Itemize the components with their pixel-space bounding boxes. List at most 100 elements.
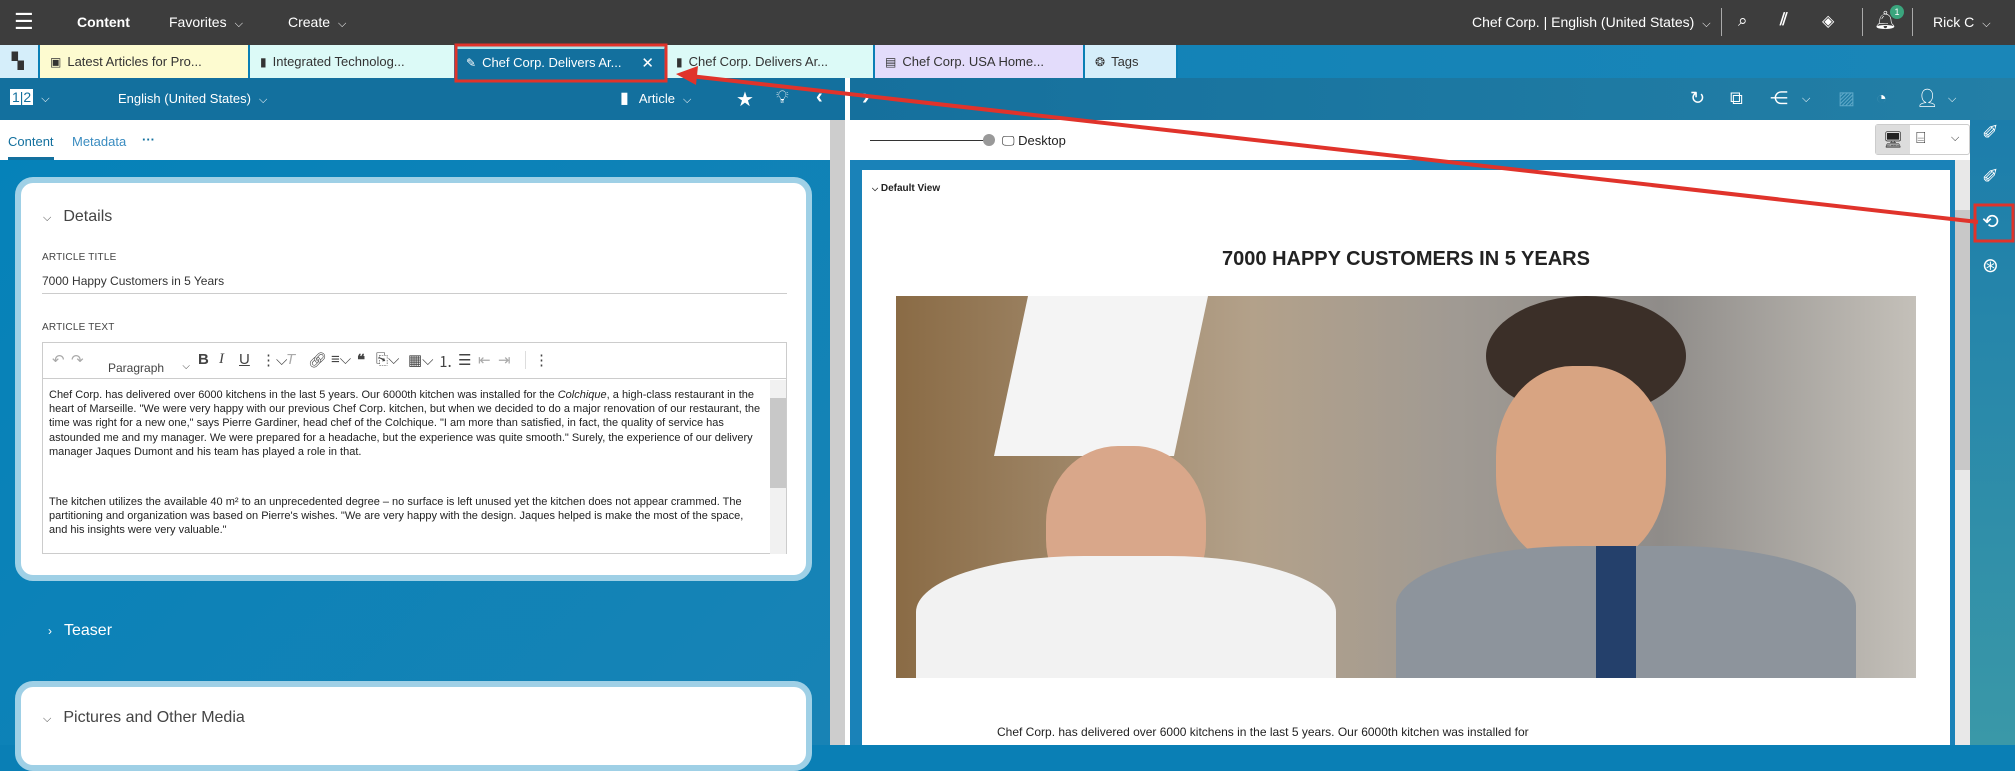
- remove-format-icon[interactable]: T: [286, 351, 295, 368]
- hamburger-menu-icon[interactable]: ☰: [14, 9, 34, 35]
- tab-chef-corp-usa-home[interactable]: ▤ Chef Corp. USA Home...: [875, 45, 1085, 78]
- article-icon: ▮: [676, 55, 683, 69]
- tab-tags[interactable]: ❂ Tags: [1085, 45, 1178, 78]
- tab-chef-corp-delivers[interactable]: ▮ Chef Corp. Delivers Ar...: [666, 45, 875, 78]
- favorites-menu[interactable]: Favorites ⌵: [169, 14, 243, 31]
- tab-bar: ▚ ▣ Latest Articles for Pro... ▮ Integrate…: [0, 45, 2015, 78]
- open-external-icon[interactable]: ⧉: [1730, 88, 1743, 109]
- library-icon[interactable]: ⫽: [1780, 10, 1788, 30]
- workflow-icon[interactable]: ◈: [1822, 11, 1834, 31]
- search-icon[interactable]: ⌕: [1738, 11, 1748, 31]
- close-tab-icon[interactable]: ✕: [641, 54, 654, 72]
- document-toolbar: 1|2 ⌵ English (United States) ⌵ ▮ Article ⌵ …: [0, 78, 845, 120]
- reload-icon[interactable]: ↻: [1690, 88, 1705, 109]
- edit-icon[interactable]: ✐: [1982, 120, 1999, 145]
- locale-selector[interactable]: English (United States) ⌵: [118, 91, 267, 107]
- notification-badge: 1: [1890, 5, 1904, 19]
- desktop-view-icon[interactable]: 🖥︎: [1876, 125, 1910, 154]
- numbered-list-icon[interactable]: ⒈: [438, 351, 453, 372]
- editor-scrollbar[interactable]: [770, 380, 786, 554]
- share-icon[interactable]: ⋲: [1770, 88, 1788, 109]
- analytics-icon[interactable]: ▨: [1838, 88, 1855, 109]
- default-view-toggle[interactable]: ⌵ Default View: [872, 183, 940, 194]
- bold-icon[interactable]: B: [198, 351, 209, 368]
- editor-toolbar: ↶ ↷ Paragraph ⌵ B I U ⋮⌵ T 🔗︎ ≡⌵ ❝ ⎘⌵ ▦⌵ …: [43, 343, 786, 379]
- site-selector[interactable]: Chef Corp. | English (United States) ⌵: [1472, 14, 1711, 31]
- indent-icon[interactable]: ⇥: [498, 351, 511, 369]
- preview-body-text: Chef Corp. has delivered over 6000 kitch…: [997, 725, 1529, 739]
- monitor-icon: 🖵︎: [1002, 133, 1015, 148]
- top-bar: ☰ Content Favorites ⌵ Create ⌵ Chef Corp. …: [0, 0, 2015, 45]
- chevron-down-icon[interactable]: ⌵: [1948, 93, 1956, 106]
- preview-toolbar: › ↻ ⧉ ⋲ ⌵ ▨ ◔ 👤︎ ⌵: [850, 78, 2015, 120]
- tab-content[interactable]: Content: [8, 134, 54, 160]
- star-icon[interactable]: ★: [736, 87, 754, 112]
- preview-page: ⌵ Default View 7000 HAPPY CUSTOMERS IN 5…: [862, 170, 1950, 745]
- article-icon: ▮: [260, 55, 267, 69]
- preview-heading: 7000 HAPPY CUSTOMERS IN 5 YEARS: [1222, 248, 1590, 270]
- separator: [1862, 8, 1863, 36]
- form-tabs: Content Metadata ···: [0, 120, 830, 160]
- right-sidebar: ✐ ✐ ⟲ ⊛: [1970, 120, 2015, 745]
- zoom-slider-handle[interactable]: [983, 134, 995, 146]
- chevron-down-icon: ⌵: [43, 713, 52, 725]
- bullet-list-icon[interactable]: ☰: [458, 351, 471, 369]
- undo-icon[interactable]: ↶: [52, 351, 65, 369]
- preview-device-bar: 🖵︎ Desktop 🖥︎ ⌸ ⌵: [850, 120, 1970, 160]
- preview-scrollbar[interactable]: [1955, 160, 1970, 745]
- tag-icon: ❂: [1095, 55, 1106, 69]
- desktop-label: 🖵︎ Desktop: [1002, 133, 1066, 148]
- blockquote-icon[interactable]: ❝: [357, 351, 365, 369]
- underline-icon[interactable]: U: [239, 351, 250, 368]
- separator: [1912, 8, 1913, 36]
- teaser-section-toggle[interactable]: › Teaser: [48, 622, 112, 640]
- responsive-view-icon[interactable]: ⌸: [1916, 130, 1926, 148]
- editor-content[interactable]: Chef Corp. has delivered over 6000 kitch…: [43, 380, 770, 554]
- chevron-right-icon: ›: [48, 624, 52, 638]
- link-icon[interactable]: 🔗︎: [308, 351, 327, 369]
- collapse-left-icon[interactable]: ‹: [816, 86, 823, 109]
- doctype-selector[interactable]: ▮ Article ⌵: [620, 88, 691, 108]
- user-settings-icon[interactable]: 👤︎: [1916, 88, 1939, 109]
- more-tabs-icon[interactable]: ···: [142, 132, 155, 147]
- chevron-down-icon[interactable]: ⌵: [1951, 132, 1959, 145]
- app-title: Content: [77, 14, 130, 30]
- tab-metadata[interactable]: Metadata: [72, 134, 126, 149]
- pie-chart-icon[interactable]: ◔: [1876, 88, 1887, 109]
- translation-clear-icon[interactable]: ⊛: [1982, 253, 1999, 278]
- more-formatting-icon[interactable]: ⋮⌵: [261, 351, 287, 369]
- media-section-toggle[interactable]: ⌵ Pictures and Other Media: [43, 709, 245, 727]
- embed-icon[interactable]: ⎘⌵: [376, 351, 399, 368]
- align-icon[interactable]: ≡⌵: [331, 351, 351, 368]
- dashboard-button[interactable]: ▚: [0, 45, 40, 78]
- zoom-slider[interactable]: [870, 140, 990, 141]
- translation-icon[interactable]: ⟲: [1982, 209, 1999, 234]
- expand-right-icon[interactable]: ›: [862, 84, 869, 110]
- article-title-input[interactable]: 7000 Happy Customers in 5 Years: [42, 274, 787, 294]
- outdent-icon[interactable]: ⇤: [478, 351, 491, 369]
- details-section-toggle[interactable]: ⌵ Details: [43, 208, 112, 226]
- version-selector[interactable]: 1|2 ⌵: [10, 89, 50, 106]
- tab-chef-corp-delivers-active[interactable]: ✎ Chef Corp. Delivers Ar... ✕: [456, 45, 666, 78]
- table-icon[interactable]: ▦⌵: [408, 351, 434, 369]
- chevron-down-icon[interactable]: ⌵: [1802, 93, 1810, 106]
- tab-latest-articles[interactable]: ▣ Latest Articles for Pro...: [40, 45, 250, 78]
- article-text-label: ARTICLE TEXT: [42, 322, 115, 333]
- lightbulb-icon[interactable]: 💡︎: [776, 87, 789, 108]
- separator: [1721, 8, 1722, 36]
- more-toolbar-icon[interactable]: ⋮: [525, 351, 549, 369]
- redo-icon[interactable]: ↷: [71, 351, 84, 369]
- tab-integrated-technology[interactable]: ▮ Integrated Technolog...: [250, 45, 456, 78]
- page-icon: ▤: [885, 55, 897, 69]
- query-icon: ▣: [50, 55, 62, 69]
- article-icon: ▮: [620, 90, 629, 107]
- create-menu[interactable]: Create ⌵: [288, 14, 346, 31]
- form-scrollbar[interactable]: [830, 120, 845, 745]
- media-card: ⌵ Pictures and Other Media: [15, 681, 812, 771]
- device-toggle[interactable]: 🖥︎ ⌸ ⌵: [1875, 124, 1970, 155]
- user-menu[interactable]: Rick C ⌵: [1933, 14, 1991, 31]
- article-title-label: ARTICLE TITLE: [42, 252, 117, 263]
- richtext-editor: ↶ ↷ Paragraph ⌵ B I U ⋮⌵ T 🔗︎ ≡⌵ ❝ ⎘⌵ ▦⌵ …: [42, 342, 787, 554]
- edit-clear-icon[interactable]: ✐: [1982, 164, 1999, 189]
- italic-icon[interactable]: I: [219, 351, 224, 368]
